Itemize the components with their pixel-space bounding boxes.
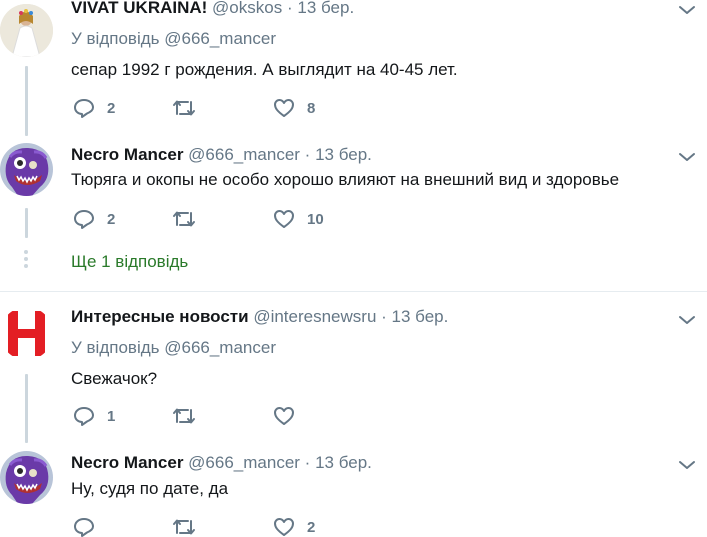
thread-dots <box>23 250 29 271</box>
reply-prefix: У відповідь <box>71 338 160 357</box>
author-handle[interactable]: @interesnewsru <box>253 307 376 326</box>
author-name[interactable]: Интересные новости <box>71 307 249 326</box>
author-name[interactable]: Necro Mancer <box>71 453 183 472</box>
woman-in-white-dress-avatar <box>0 4 53 57</box>
retweet-icon <box>173 408 195 424</box>
author-handle[interactable]: @666_mancer <box>188 453 300 472</box>
reply-button[interactable]: 2 <box>73 208 115 230</box>
author-name[interactable]: Necro Mancer <box>71 145 183 164</box>
reply-icon <box>74 210 94 229</box>
tweet-date[interactable]: 13 бер. <box>315 145 372 164</box>
retweet-button[interactable] <box>172 97 208 119</box>
like-button[interactable]: 2 <box>273 516 315 537</box>
tweet-text: Свежачок? <box>71 369 158 388</box>
tweet[interactable]: Necro Mancer @666_mancer · 13 бер. Тюряг… <box>0 140 707 240</box>
purple-monster-avatar <box>0 143 53 196</box>
reply-icon <box>74 518 94 537</box>
show-more-replies-link[interactable]: Ще 1 відповідь <box>71 252 188 272</box>
separator: · <box>304 145 311 164</box>
like-count: 2 <box>307 518 316 536</box>
chevron-down-icon[interactable] <box>677 313 697 327</box>
purple-monster-avatar <box>0 451 53 504</box>
reply-prefix: У відповідь <box>71 29 160 48</box>
author-handle[interactable]: @666_mancer <box>188 145 300 164</box>
tweet-text: Ну, судя по дате, да <box>71 479 229 498</box>
reply-icon <box>74 99 94 118</box>
chevron-down-icon[interactable] <box>677 150 697 164</box>
reply-count: 2 <box>107 210 116 228</box>
conversation-thread: VIVAT UKRAINA! @okskos · 13 бер. У відпо… <box>0 0 707 537</box>
reply-count: 2 <box>107 99 116 117</box>
reply-context: У відповідь @666_mancer <box>71 29 276 49</box>
tweet-header: Интересные новости @interesnewsru · 13 б… <box>71 307 448 327</box>
tweet-text: Тюряга и окопы не особо хорошо влияют на… <box>71 170 620 189</box>
tweet-text: сепар 1992 г рождения. А выглядит на 40-… <box>71 60 458 79</box>
reply-mention[interactable]: @666_mancer <box>164 338 276 357</box>
reply-button[interactable] <box>73 516 107 537</box>
like-icon <box>274 210 294 228</box>
retweet-button[interactable] <box>172 516 208 537</box>
tweet-actions: 2 8 <box>73 97 393 119</box>
like-button[interactable]: 8 <box>273 97 315 119</box>
retweet-icon <box>173 211 195 227</box>
retweet-button[interactable] <box>172 405 208 427</box>
retweet-icon <box>173 100 195 116</box>
tweet-date[interactable]: 13 бер. <box>392 307 449 326</box>
reply-context: У відповідь @666_mancer <box>71 338 276 358</box>
avatar[interactable] <box>0 143 53 196</box>
like-count: 8 <box>307 99 316 117</box>
like-button[interactable] <box>273 405 307 427</box>
tweet-actions: 2 <box>73 516 393 537</box>
author-handle[interactable]: @okskos <box>212 0 282 17</box>
chevron-down-icon[interactable] <box>677 3 697 17</box>
tweet-date[interactable]: 13 бер. <box>297 0 354 17</box>
like-count: 10 <box>307 210 324 228</box>
reply-count: 1 <box>107 407 116 425</box>
tweet-actions: 1 <box>73 405 393 427</box>
thread-line <box>25 374 28 443</box>
avatar[interactable] <box>0 451 53 504</box>
divider <box>0 291 707 292</box>
separator: · <box>304 453 311 472</box>
retweet-button[interactable] <box>172 208 208 230</box>
like-icon <box>274 407 294 425</box>
separator: · <box>381 307 387 326</box>
thread-line <box>25 208 28 238</box>
reply-icon <box>74 407 94 426</box>
tweet-header: Necro Mancer @666_mancer · 13 бер. <box>71 145 372 165</box>
tweet-header: VIVAT UKRAINA! @okskos · 13 бер. <box>71 0 354 18</box>
tweet[interactable]: Necro Mancer @666_mancer · 13 бер. Ну, с… <box>0 448 707 537</box>
like-button[interactable]: 10 <box>273 208 324 230</box>
red-h-logo-avatar <box>0 307 53 360</box>
retweet-icon <box>173 519 195 535</box>
tweet[interactable]: Интересные новости @interesnewsru · 13 б… <box>0 303 707 433</box>
thread-line <box>25 66 28 136</box>
tweet-actions: 2 10 <box>73 208 393 230</box>
avatar[interactable] <box>0 307 53 360</box>
tweet-header: Necro Mancer @666_mancer · 13 бер. <box>71 453 372 473</box>
tweet-date[interactable]: 13 бер. <box>315 453 372 472</box>
reply-button[interactable]: 1 <box>73 405 115 427</box>
like-icon <box>274 99 294 117</box>
separator: · <box>286 0 293 17</box>
reply-mention[interactable]: @666_mancer <box>164 29 276 48</box>
like-icon <box>274 518 294 536</box>
avatar[interactable] <box>0 4 53 57</box>
chevron-down-icon[interactable] <box>677 458 697 472</box>
author-name[interactable]: VIVAT UKRAINA! <box>71 0 207 17</box>
reply-button[interactable]: 2 <box>73 97 115 119</box>
tweet[interactable]: VIVAT UKRAINA! @okskos · 13 бер. У відпо… <box>0 0 707 130</box>
